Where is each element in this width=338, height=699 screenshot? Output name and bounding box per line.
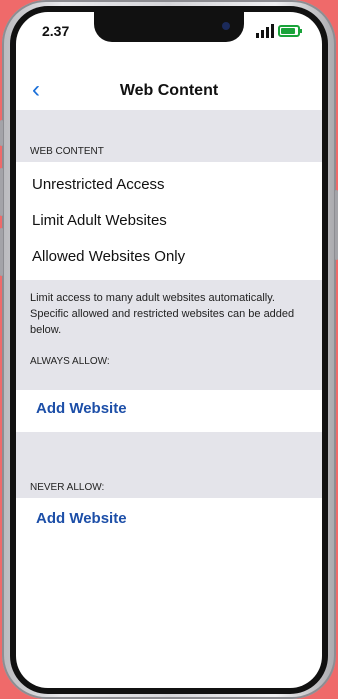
never-allow-section-header: NEVER ALLOW:: [16, 432, 322, 498]
phone-volume-down: [0, 228, 3, 276]
option-allowed-websites-only[interactable]: Allowed Websites Only: [32, 248, 185, 265]
option-limit-adult-websites[interactable]: Limit Adult Websites: [32, 212, 167, 229]
web-content-section-header: WEB CONTENT: [16, 110, 322, 162]
front-camera-icon: [222, 22, 230, 30]
option-unrestricted-access[interactable]: Unrestricted Access: [32, 176, 165, 193]
cellular-signal-icon: [256, 24, 274, 38]
battery-icon: [278, 25, 302, 37]
notch: [94, 12, 244, 42]
always-allow-add-website-link[interactable]: Add Website: [36, 400, 127, 417]
nav-bar: ‹ Web Content: [16, 76, 322, 106]
phone-volume-up: [0, 168, 3, 216]
status-time: 2.37: [42, 23, 70, 39]
limit-description-note: Limit access to many adult websites auto…: [16, 280, 322, 390]
page-title: Web Content: [119, 82, 219, 99]
phone-frame: 2.37 ‹ Web Content WEB CONTENT Unrestric…: [0, 0, 338, 699]
phone-mute-switch: [0, 120, 3, 146]
limit-description-text: Limit access to many adult websites auto…: [30, 292, 295, 336]
always-allow-header: ALWAYS ALLOW:: [30, 356, 110, 367]
web-content-header-label: WEB CONTENT: [30, 146, 104, 157]
never-allow-header: NEVER ALLOW:: [30, 482, 105, 493]
never-allow-add-website-link[interactable]: Add Website: [36, 510, 127, 527]
screen: 2.37 ‹ Web Content WEB CONTENT Unrestric…: [16, 12, 322, 688]
